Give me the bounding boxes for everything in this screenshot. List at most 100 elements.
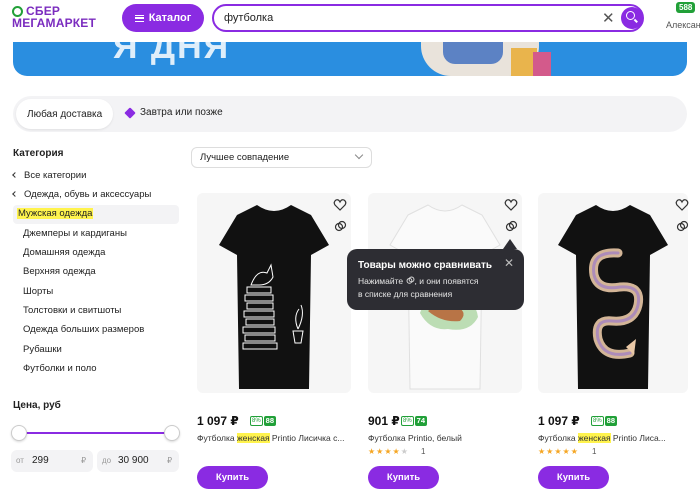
banner-text: Я ДНЯ [113, 42, 231, 66]
price-from-prefix: от [16, 456, 24, 465]
price-to-field[interactable]: до 30 900 ₽ [97, 450, 179, 472]
bonus-chip: 8% 74 [401, 415, 428, 426]
sidebar-item-subcategory[interactable]: Одежда больших размеров [23, 324, 144, 335]
price-filter-title: Цена, руб [13, 400, 61, 411]
tooltip-arrow [503, 239, 517, 249]
sidebar-item-subcategory[interactable]: Верхняя одежда [23, 266, 96, 277]
sidebar-item-subcategory[interactable]: Футболки и поло [23, 363, 97, 374]
compare-icon[interactable] [505, 220, 518, 233]
close-icon[interactable]: ✕ [504, 256, 514, 270]
buy-button[interactable]: Купить [538, 466, 609, 489]
search-button[interactable] [621, 7, 643, 29]
bonus-value: 88 [263, 415, 277, 426]
logo-text-bottom[interactable]: МЕГАМАРКЕТ [12, 16, 96, 30]
tooltip-title: Товары можно сравнивать [358, 260, 493, 271]
product-price: 1 097 ₽ [197, 414, 239, 428]
sidebar-item-subcategory[interactable]: Толстовки и свитшоты [23, 305, 121, 316]
category-title: Категория [13, 148, 64, 159]
compare-icon[interactable] [676, 220, 689, 233]
user-name[interactable]: Алексан [666, 20, 700, 30]
price-to-prefix: до [102, 456, 112, 465]
delivery-filter: Любая доставка Завтра или позже [13, 96, 687, 132]
compare-icon [406, 276, 414, 284]
bonus-balance-badge[interactable]: 588 [676, 2, 696, 13]
product-image[interactable] [538, 193, 688, 393]
heart-icon[interactable] [675, 198, 689, 212]
banner-image-detail [443, 42, 503, 64]
chevron-down-icon [354, 150, 364, 160]
sidebar-item-subcategory[interactable]: Шорты [23, 286, 53, 297]
product-title-highlight: женская [236, 433, 270, 443]
tooltip-text-line1: Нажимайте , и они появятся [358, 276, 479, 286]
product-title-highlight: женская [577, 433, 611, 443]
price-slider-track[interactable] [19, 432, 173, 434]
active-category[interactable]: Мужская одежда [13, 205, 179, 224]
delivery-any-option[interactable]: Любая доставка [16, 99, 114, 129]
rating-count[interactable]: 1 [421, 447, 425, 456]
promo-banner[interactable]: Я ДНЯ [13, 42, 687, 76]
all-categories-link[interactable]: Все категории [12, 170, 87, 181]
parent-category-label: Одежда, обувь и аксессуары [24, 189, 152, 200]
bonus-value: 88 [604, 415, 618, 426]
product-title[interactable]: Футболка женская Printio Лиса... [538, 433, 688, 443]
header: СБЕР МЕГАМАРКЕТ Каталог футболка ✕ 588 А… [0, 0, 700, 42]
black-tshirt-fox-books-image [219, 205, 329, 389]
compare-tooltip: Товары можно сравнивать ✕ Нажимайте , и … [347, 249, 524, 310]
parent-category-link[interactable]: Одежда, обувь и аксессуары [12, 189, 152, 200]
tooltip-text-line2: в списке для сравнения [358, 289, 453, 299]
product-title-part: Футболка [538, 433, 578, 443]
product-title-part: Printio Лисичка с... [269, 433, 345, 443]
price-slider-min-handle[interactable] [11, 425, 27, 441]
price-slider-max-handle[interactable] [164, 425, 180, 441]
active-category-label: Мужская одежда [17, 208, 94, 219]
bonus-value: 74 [414, 415, 428, 426]
burger-icon [134, 14, 144, 22]
buy-button[interactable]: Купить [197, 466, 268, 489]
product-title-part: Printio Лиса... [610, 433, 666, 443]
price-from-value: 299 [32, 455, 49, 466]
black-tshirt-fox-image [558, 205, 668, 389]
cube-icon [124, 106, 136, 119]
sidebar-item-subcategory[interactable]: Домашняя одежда [23, 247, 105, 258]
product-title[interactable]: Футболка Printio, белый [368, 433, 518, 443]
heart-icon[interactable] [504, 198, 518, 212]
price-to-value: 30 900 [118, 455, 149, 466]
product-title-part: Футболка Printio, белый [368, 433, 462, 443]
bonus-chip: 8% 88 [250, 415, 277, 426]
search-bar[interactable]: футболка ✕ [212, 4, 644, 32]
bonus-percent: 8% [591, 415, 604, 426]
product-image[interactable] [197, 193, 351, 393]
rating-count[interactable]: 1 [592, 447, 596, 456]
sort-select-value: Лучшее совпадение [200, 152, 290, 163]
chevron-left-icon [12, 191, 18, 197]
product-price: 901 ₽ [368, 414, 400, 428]
sidebar-item-subcategory[interactable]: Джемперы и кардиганы [23, 228, 127, 239]
sort-select[interactable]: Лучшее совпадение [191, 147, 372, 168]
sidebar-item-subcategory[interactable]: Рубашки [23, 344, 62, 355]
search-input[interactable]: футболка [224, 12, 273, 24]
chevron-left-icon [12, 172, 18, 178]
delivery-tomorrow-option[interactable]: Завтра или позже [124, 106, 223, 119]
banner-bag-image-2 [533, 52, 551, 76]
all-categories-label: Все категории [24, 170, 87, 181]
buy-button[interactable]: Купить [368, 466, 439, 489]
compare-icon[interactable] [334, 220, 347, 233]
rating-stars: ★★★★★ [368, 447, 409, 456]
bonus-percent: 8% [401, 415, 414, 426]
price-from-field[interactable]: от 299 ₽ [11, 450, 93, 472]
tooltip-text-part: Нажимайте [358, 276, 404, 286]
bonus-chip: 8% 88 [591, 415, 618, 426]
rating-stars: ★★★★★ [538, 447, 579, 456]
price-to-currency: ₽ [167, 456, 173, 465]
close-icon[interactable]: ✕ [602, 9, 615, 27]
delivery-tomorrow-label: Завтра или позже [140, 107, 223, 118]
product-title[interactable]: Футболка женская Printio Лисичка с... [197, 433, 347, 443]
heart-icon[interactable] [333, 198, 347, 212]
bonus-percent: 8% [250, 415, 263, 426]
price-from-currency: ₽ [81, 456, 87, 465]
product-title-part: Футболка [197, 433, 237, 443]
tooltip-text-part: , и они появятся [414, 276, 479, 286]
catalog-button-label: Каталог [148, 12, 192, 24]
catalog-button[interactable]: Каталог [122, 4, 204, 32]
product-price: 1 097 ₽ [538, 414, 580, 428]
